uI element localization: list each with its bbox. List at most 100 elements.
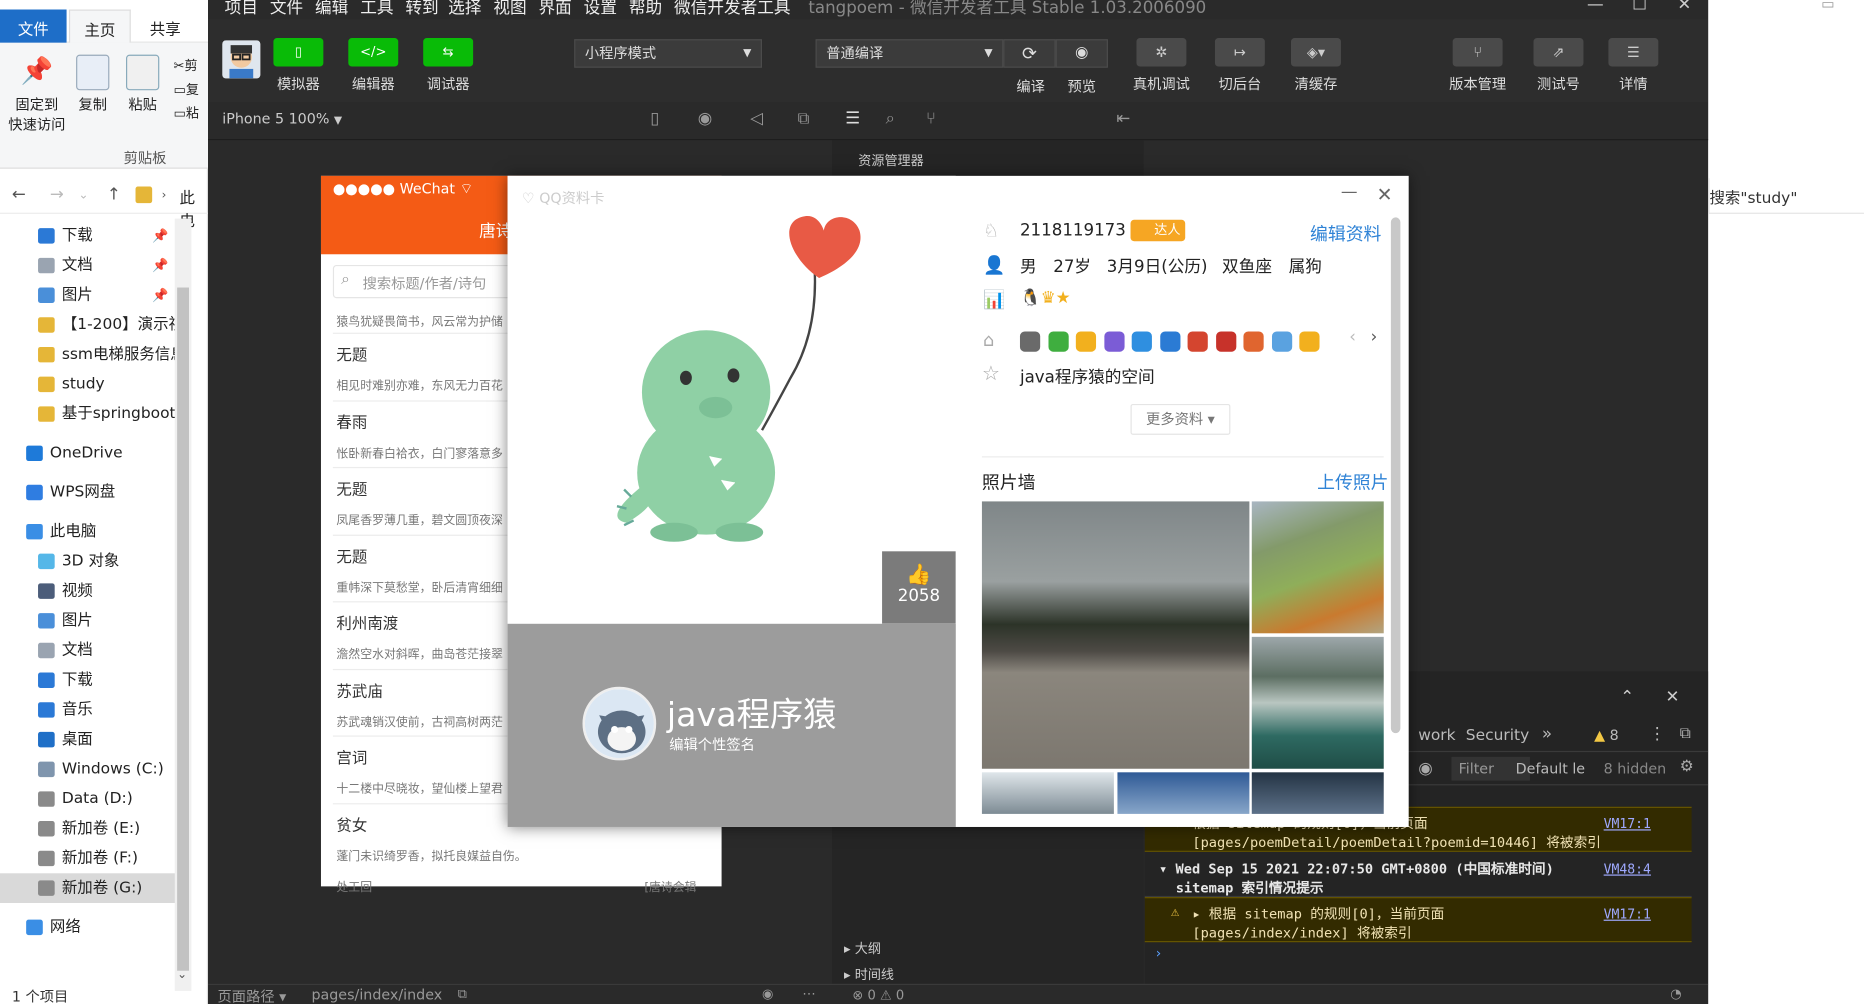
menu-wechat-devtools[interactable]: 微信开发者工具 xyxy=(674,0,790,19)
preview-label[interactable]: 预览 xyxy=(1058,76,1106,96)
console-prompt[interactable]: › xyxy=(1154,945,1162,962)
eye-icon[interactable]: ◉ xyxy=(1418,759,1433,778)
upload-photo-link[interactable]: 上传照片 xyxy=(1317,469,1388,494)
tree-item[interactable]: 此电脑 xyxy=(0,517,176,547)
menu-file[interactable]: 文件 xyxy=(270,0,303,19)
edit-signature[interactable]: 编辑个性签名 xyxy=(669,734,755,754)
more-info-button[interactable]: 更多资料 ▾ xyxy=(1130,403,1231,435)
paste-shortcut-button[interactable]: ▭粘 xyxy=(174,102,210,126)
photo-small[interactable] xyxy=(1251,772,1384,814)
copy-button[interactable]: 复制 xyxy=(71,54,114,116)
page-path-label[interactable]: 页面路径 ▾ xyxy=(218,986,287,1004)
ribbon-tab-share[interactable]: 共享 xyxy=(136,10,195,43)
page-path[interactable]: pages/index/index xyxy=(311,986,442,1003)
menu-edit[interactable]: 编辑 xyxy=(315,0,348,19)
up-arrow-icon[interactable]: ↑ xyxy=(107,185,121,204)
tab-network[interactable]: work xyxy=(1418,727,1455,745)
close-console-icon[interactable]: ✕ xyxy=(1665,688,1679,707)
qzone-link[interactable]: java程序猿的空间 xyxy=(1020,365,1155,389)
log-level-select[interactable]: Default le xyxy=(1516,760,1585,777)
photo-small[interactable] xyxy=(1251,501,1384,634)
collapse-panel-icon[interactable]: ⇤ xyxy=(1116,109,1130,128)
menu-view[interactable]: 视图 xyxy=(493,0,526,19)
poem-title[interactable]: 利州南渡 xyxy=(336,611,398,633)
mode-select[interactable]: 小程序模式 ▼ xyxy=(574,39,763,68)
service-badge-icon[interactable] xyxy=(1103,331,1124,352)
source-link[interactable]: VM17:1 xyxy=(1604,907,1651,922)
service-badge-icon[interactable] xyxy=(1215,331,1236,352)
service-badge-icon[interactable] xyxy=(1299,331,1320,352)
scroll-down-icon[interactable]: ⌄ xyxy=(177,968,187,981)
simulator-button[interactable]: ▯ 模拟器 xyxy=(272,38,324,94)
tree-item[interactable]: study xyxy=(0,370,176,400)
tree-item[interactable]: 新加卷 (F:) xyxy=(0,844,176,874)
pin-icon[interactable]: 📌 xyxy=(152,221,168,251)
details-button[interactable]: ☰ 详情 xyxy=(1607,38,1659,94)
gear-icon[interactable]: ⚙ xyxy=(1680,758,1694,776)
refresh-icon[interactable]: ⟳ xyxy=(1003,39,1056,68)
clear-cache-button[interactable]: ◈▾ 清缓存 xyxy=(1290,38,1342,94)
kebab-menu-icon[interactable]: ⋮ xyxy=(1649,725,1666,744)
service-badge-icon[interactable] xyxy=(1187,331,1208,352)
poem-title[interactable]: 贫女 xyxy=(336,812,367,835)
remote-debug-button[interactable]: ✲ 真机调试 xyxy=(1131,38,1193,94)
tree-item[interactable]: 视频 xyxy=(0,576,176,606)
tree-item[interactable]: 桌面 xyxy=(0,725,176,755)
chevron-left-icon[interactable]: ‹ xyxy=(1349,328,1356,347)
service-badge-icon[interactable] xyxy=(1019,331,1041,352)
eye-icon[interactable]: ◉ xyxy=(1055,39,1108,68)
tree-item[interactable]: 网络 xyxy=(0,913,176,943)
outline-section[interactable]: ▸ 大纲 xyxy=(844,939,881,958)
new-window-icon[interactable]: ⧉ xyxy=(798,109,810,128)
close-window-icon[interactable]: ✕ xyxy=(1677,0,1691,14)
more-icon[interactable]: ⋯ xyxy=(802,986,815,1001)
tree-item[interactable]: 下载 📌 xyxy=(0,221,176,251)
close-dialog-icon[interactable]: ✕ xyxy=(1377,183,1393,206)
compile-label[interactable]: 编译 xyxy=(1007,76,1055,96)
menu-goto[interactable]: 转到 xyxy=(405,0,438,19)
photo-large[interactable] xyxy=(981,501,1250,769)
poem-title[interactable]: 无题 xyxy=(336,544,367,566)
tree-item[interactable]: OneDrive xyxy=(0,438,176,468)
service-badge-icon[interactable] xyxy=(1243,331,1264,352)
photo-small[interactable] xyxy=(1251,636,1384,769)
tree-item[interactable]: 图片 xyxy=(0,606,176,636)
tree-item[interactable]: ssm电梯服务信息 xyxy=(0,340,176,370)
back-arrow-icon[interactable]: ← xyxy=(12,185,26,204)
menu-help[interactable]: 帮助 xyxy=(629,0,662,19)
menu-project[interactable]: 项目 xyxy=(225,0,258,19)
search-icon[interactable]: ⌕ xyxy=(886,109,895,128)
tree-item[interactable]: 基于springboot xyxy=(0,399,176,429)
search-box-fragment[interactable]: 搜索"study" xyxy=(1708,178,1864,214)
minimize-dialog-icon[interactable]: — xyxy=(1341,183,1358,202)
poem-title[interactable]: 无题 xyxy=(336,476,367,499)
debugger-button[interactable]: ⇆ 调试器 xyxy=(422,38,474,94)
maximize-console-icon[interactable]: ⌃ xyxy=(1620,688,1634,707)
tree-item[interactable]: 文档 📌 xyxy=(0,251,176,281)
tree-item[interactable]: 【1-200】演示视 xyxy=(0,310,176,340)
tree-item[interactable]: 3D 对象 xyxy=(0,547,176,577)
source-link[interactable]: VM17:1 xyxy=(1604,816,1651,831)
version-management-button[interactable]: ⑂ 版本管理 xyxy=(1444,38,1511,94)
device-icon[interactable]: ▯ xyxy=(650,109,659,128)
menu-select[interactable]: 选择 xyxy=(448,0,481,19)
tree-item[interactable]: 图片 📌 xyxy=(0,280,176,310)
user-avatar[interactable] xyxy=(222,40,261,79)
problems-counter[interactable]: ⊗ 0 ⚠ 0 xyxy=(852,987,904,1002)
tree-item[interactable]: 音乐 xyxy=(0,695,176,725)
volume-icon[interactable]: ◁ xyxy=(750,109,763,128)
background-button[interactable]: ↦ 切后台 xyxy=(1214,38,1266,94)
photo-small[interactable] xyxy=(981,772,1114,814)
menu-settings[interactable]: 设置 xyxy=(584,0,617,19)
service-badge-icon[interactable] xyxy=(1047,331,1069,352)
explorer-scroll-thumb[interactable] xyxy=(177,287,190,971)
poem-title[interactable]: 苏武庙 xyxy=(336,678,382,701)
tab-security[interactable]: Security xyxy=(1466,727,1529,745)
cut-button[interactable]: ✂剪 xyxy=(174,55,210,79)
source-control-icon[interactable]: ⑂ xyxy=(926,109,936,128)
service-badge-icon[interactable] xyxy=(1075,331,1097,352)
pin-icon[interactable]: 📌 xyxy=(152,280,168,310)
compile-mode-select[interactable]: 普通编译 ▼ xyxy=(815,39,1004,68)
level-badges[interactable]: 🐧♛★ xyxy=(1020,289,1071,308)
copy-path-button[interactable]: ▭复 xyxy=(174,78,210,102)
